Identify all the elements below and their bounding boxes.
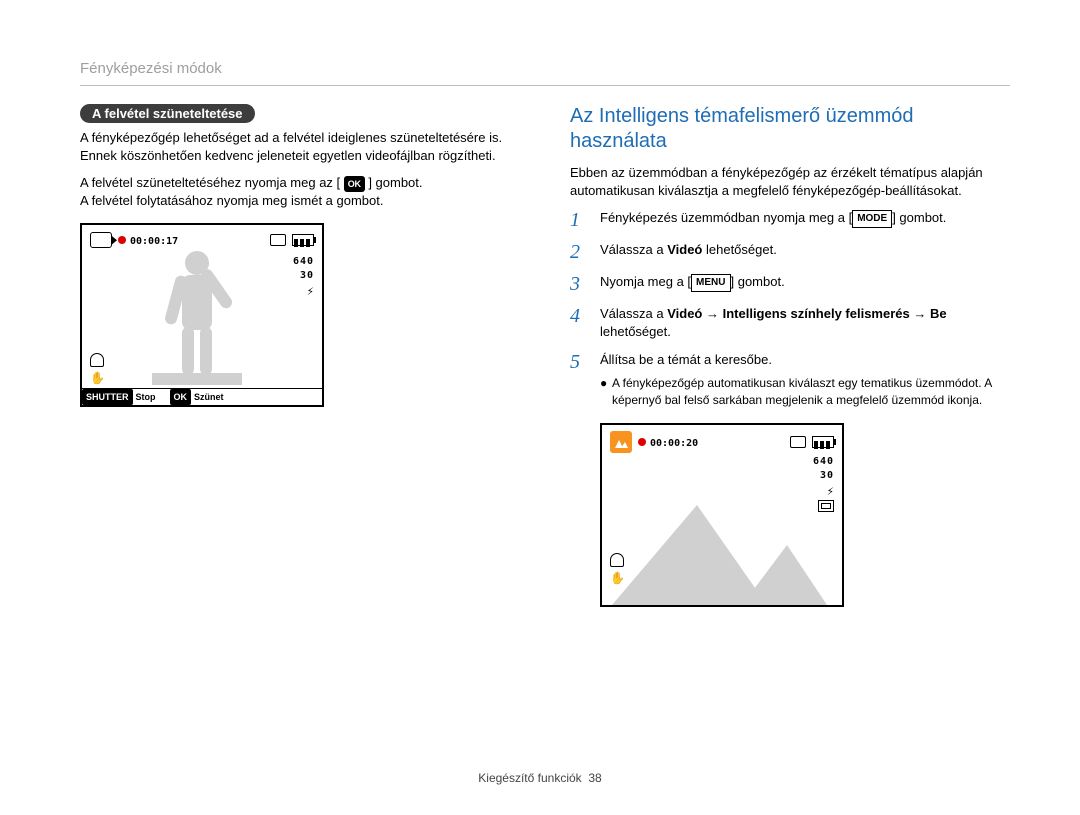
step-number: 3: [570, 273, 600, 295]
text: Fényképezés üzemmódban nyomja meg a [: [600, 210, 852, 225]
storage-icon: [270, 234, 286, 246]
text: A felvétel folytatásához nyomja meg ismé…: [80, 193, 384, 208]
step-5-bullet: ● A fényképezőgép automatikusan kiválasz…: [600, 375, 1010, 409]
breadcrumb: Fényképezési módok: [80, 60, 1010, 77]
smart-scene-title: Az Intelligens témafelismerő üzemmód has…: [570, 104, 1010, 154]
stabilizer-icon: ✋: [90, 371, 105, 385]
step-number: 2: [570, 241, 600, 263]
text: A felvétel szüneteltetéséhez nyomja meg …: [80, 175, 340, 190]
lcd-bottom-bar: SHUTTER Stop OK Szünet: [82, 388, 322, 405]
text: ] gombot.: [892, 210, 946, 225]
ok-button-label: OK: [170, 389, 192, 405]
fps-label: 30: [813, 469, 834, 483]
text: ] gombot.: [731, 274, 785, 289]
battery-icon: [812, 436, 834, 448]
lcd-right-stack: 640 30 ⚡: [293, 255, 314, 300]
text: ] gombot.: [368, 175, 422, 190]
arrow: →: [702, 306, 722, 321]
fps-label: 30: [293, 269, 314, 283]
bullet-icon: ●: [600, 375, 612, 409]
resolution-label: 640: [813, 455, 834, 469]
pause-label: Szünet: [194, 392, 224, 402]
text: Nyomja meg a [: [600, 274, 691, 289]
text: lehetőséget.: [702, 242, 776, 257]
resolution-label: 640: [293, 255, 314, 269]
step-number: 5: [570, 351, 600, 373]
bullet-text: A fényképezőgép automatikusan kiválaszt …: [612, 375, 1010, 409]
text: Válassza a: [600, 306, 667, 321]
timecode: 00:00:20: [650, 438, 698, 449]
mountain-silhouette-icon: [602, 485, 842, 605]
text: lehetőséget.: [600, 324, 671, 339]
step-number: 1: [570, 209, 600, 231]
video-bold: Videó: [667, 242, 702, 257]
step-1: 1 Fényképezés üzemmódban nyomja meg a [M…: [570, 209, 1010, 231]
page-number: 38: [588, 771, 601, 785]
step-number: 4: [570, 305, 600, 341]
lcd-preview-scene: 00:00:20 640 30 ⚡ ✋: [600, 423, 844, 607]
lcd-preview-pause: 00:00:17 640 30 ⚡ ✋: [80, 223, 324, 407]
step-5: 5 Állítsa be a témát a keresőbe.: [570, 351, 1010, 373]
page-footer: Kiegészítő funkciók 38: [0, 771, 1080, 785]
battery-icon: [292, 234, 314, 246]
record-dot-icon: [118, 236, 126, 244]
ok-icon: OK: [344, 176, 365, 192]
menu-button-icon: MENU: [691, 274, 730, 292]
left-column: A felvétel szüneteltetése A fényképezőgé…: [80, 104, 520, 607]
person-silhouette-icon: [152, 245, 242, 385]
step-2: 2 Válassza a Videó lehetőséget.: [570, 241, 1010, 263]
right-column: Az Intelligens témafelismerő üzemmód has…: [570, 104, 1010, 607]
step-3: 3 Nyomja meg a [MENU] gombot.: [570, 273, 1010, 295]
arrow: →: [910, 306, 930, 321]
flash-icon: ⚡: [293, 283, 314, 300]
record-dot-icon: [638, 438, 646, 446]
mic-icon: [90, 353, 104, 367]
bold: Intelligens színhely felismerés: [723, 306, 910, 321]
stop-label: Stop: [136, 392, 156, 402]
bold: Videó: [667, 306, 702, 321]
text: Válassza a: [600, 242, 667, 257]
footer-label: Kiegészítő funkciók: [478, 771, 581, 785]
step-4: 4 Válassza a Videó → Intelligens színhel…: [570, 305, 1010, 341]
step-5-text: Állítsa be a témát a keresőbe.: [600, 351, 1010, 373]
storage-icon: [790, 436, 806, 448]
smart-scene-intro: Ebben az üzemmódban a fényképezőgép az é…: [570, 164, 1010, 199]
section-pill-pause: A felvétel szüneteltetése: [80, 104, 255, 123]
divider: [80, 85, 1010, 86]
bold: Be: [930, 306, 947, 321]
pause-paragraph-1: A fényképezőgép lehetőséget ad a felvéte…: [80, 129, 520, 164]
pause-paragraph-2: A felvétel szüneteltetéséhez nyomja meg …: [80, 174, 520, 209]
landscape-scene-icon: [610, 431, 632, 453]
shutter-button-label: SHUTTER: [82, 389, 133, 405]
video-mode-icon: [90, 232, 112, 248]
mode-button-icon: MODE: [852, 210, 892, 228]
